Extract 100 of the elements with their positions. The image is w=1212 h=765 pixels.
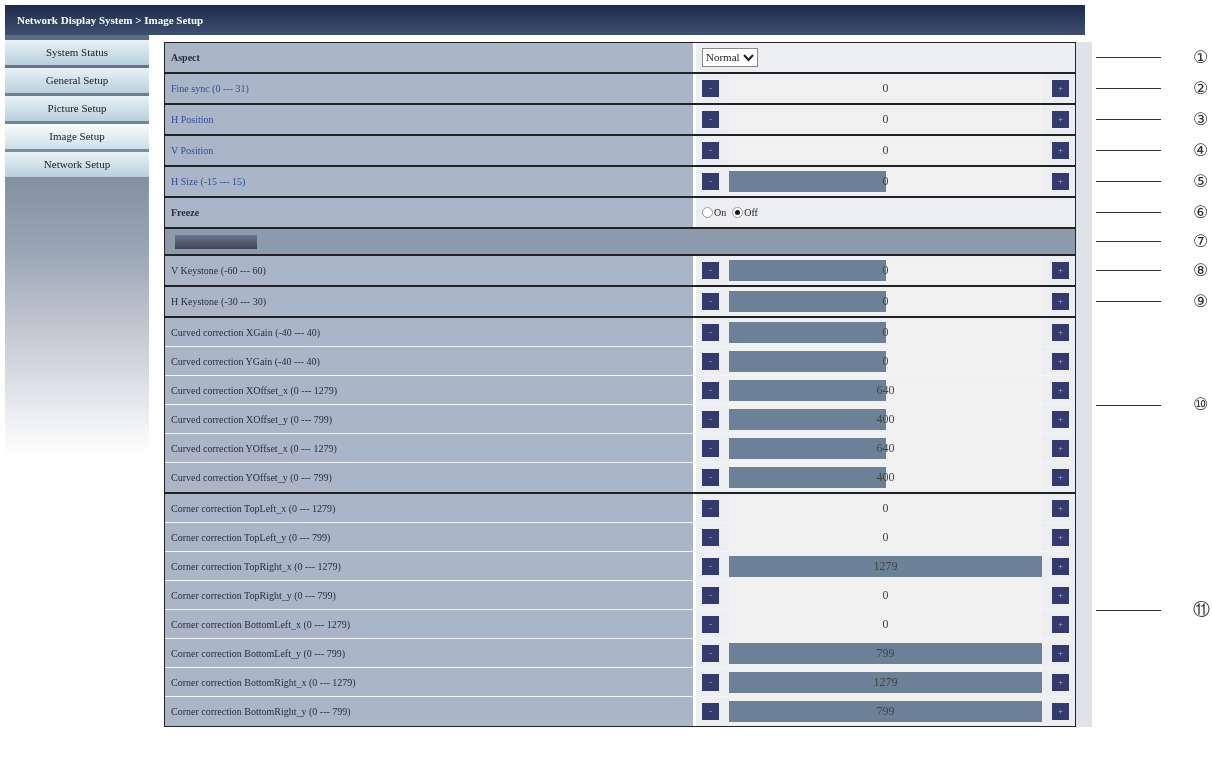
leader-line (1096, 88, 1161, 89)
value-text: 799 (875, 703, 896, 720)
decrement-button[interactable]: - (702, 323, 719, 341)
value-text: 0 (881, 262, 890, 279)
increment-button[interactable]: + (1052, 469, 1069, 486)
increment-button[interactable]: + (1052, 586, 1069, 604)
increment-button[interactable]: + (1052, 703, 1069, 720)
radio-option[interactable]: Off (732, 205, 758, 220)
radio-option[interactable]: On (702, 205, 727, 220)
setting-label: Corner correction TopRight_x (0 --- 1279) (171, 559, 341, 574)
value-text: 0 (881, 293, 890, 310)
decrement-button[interactable]: - (702, 352, 719, 370)
value-text: 0 (881, 323, 890, 341)
setting-label: H Position (171, 113, 214, 127)
increment-button[interactable]: + (1052, 615, 1069, 633)
sidebar-item[interactable]: Picture Setup (5, 96, 149, 121)
value-text: 0 (881, 528, 890, 546)
callout-number: ⑨ (1193, 289, 1209, 313)
value-text: 0 (881, 173, 890, 190)
decrement-button[interactable]: - (702, 381, 719, 399)
callout-number: ⑤ (1193, 169, 1209, 193)
setting-label: Aspect (171, 51, 200, 65)
decrement-button[interactable]: - (702, 557, 719, 575)
decrement-button[interactable]: - (702, 644, 719, 662)
increment-button[interactable]: + (1052, 293, 1069, 310)
setting-label: Curved correction YOffset_y (0 --- 799) (171, 471, 332, 485)
decrement-button[interactable]: - (702, 499, 719, 517)
value-text: 0 (881, 352, 890, 370)
increment-button[interactable]: + (1052, 673, 1069, 691)
increment-button[interactable]: + (1052, 323, 1069, 341)
value-text: 0 (881, 111, 890, 128)
setting-label: Corner correction BottomRight_y (0 --- 799) (171, 705, 351, 719)
leader-line (1096, 119, 1161, 120)
value-text: 1279 (872, 673, 899, 691)
decrement-button[interactable]: - (702, 586, 719, 604)
increment-button[interactable]: + (1052, 262, 1069, 279)
callout-number: ① (1193, 45, 1209, 69)
sidebar-item[interactable]: System Status (5, 40, 149, 65)
decrement-button[interactable]: - (702, 615, 719, 633)
value-text: 1279 (872, 557, 899, 575)
setting-label: Corner correction BottomLeft_y (0 --- 799) (171, 646, 346, 661)
callout-number: ⑩ (1193, 393, 1209, 417)
callout-number: ③ (1193, 107, 1209, 131)
value-text: 0 (881, 615, 890, 633)
leader-line (1096, 241, 1161, 242)
setting-label: H Size (-15 --- 15) (171, 175, 246, 189)
increment-button[interactable]: + (1052, 352, 1069, 370)
setting-label: Corner correction BottomLeft_x (0 --- 1279) (171, 617, 351, 632)
leader-line (1096, 609, 1161, 611)
setting-label: V Keystone (-60 --- 60) (171, 264, 266, 278)
setting-label: Curved correction YOffset_x (0 --- 1279) (171, 441, 337, 456)
setting-label: Freeze (171, 206, 200, 220)
decrement-button[interactable]: - (702, 673, 719, 691)
setting-label: Corner correction TopLeft_y (0 --- 799) (171, 530, 331, 545)
setting-label: Curved correction YGain (-40 --- 40) (171, 354, 320, 369)
setting-label: V Position (171, 144, 214, 158)
callout-number: ⑥ (1193, 200, 1209, 224)
increment-button[interactable]: + (1052, 439, 1069, 457)
chevron-icon (742, 53, 754, 62)
setting-label: Curved correction XGain (-40 --- 40) (171, 325, 321, 340)
value-text: 0 (881, 142, 890, 159)
increment-button[interactable]: + (1052, 410, 1069, 428)
callout-number: ④ (1193, 138, 1209, 162)
setting-label: Curved correction XOffset_y (0 --- 799) (171, 412, 333, 427)
leader-line (1096, 181, 1161, 182)
leader-line (1096, 150, 1161, 151)
sidebar-item[interactable]: General Setup (5, 68, 149, 93)
aspect-dropdown[interactable]: Normal (702, 48, 758, 67)
sidebar-item[interactable]: Image Setup (5, 124, 149, 149)
setting-label: Corner correction TopRight_y (0 --- 799) (171, 588, 336, 603)
value-text: 799 (875, 644, 896, 662)
value-text: 0 (881, 586, 890, 604)
setting-label: Corner correction TopLeft_x (0 --- 1279) (171, 501, 336, 516)
increment-button[interactable]: + (1052, 557, 1069, 575)
page-title: Network Display System > Image Setup (5, 5, 1085, 35)
increment-button[interactable]: + (1052, 381, 1069, 399)
decrement-button[interactable]: - (702, 262, 719, 279)
setting-label: Corner correction BottomRight_x (0 --- 1279) (171, 675, 356, 690)
decrement-button[interactable]: - (702, 410, 719, 428)
decrement-button[interactable]: - (702, 439, 719, 457)
setting-label: Curved correction XOffset_x (0 --- 1279) (171, 383, 338, 398)
leader-line (1096, 404, 1161, 406)
setting-label: Fine sync (0 --- 31) (171, 82, 249, 96)
value-text: 0 (881, 80, 890, 97)
value-text: 0 (881, 499, 890, 517)
decrement-button[interactable]: - (702, 703, 719, 720)
decrement-button[interactable]: - (702, 528, 719, 546)
decrement-button[interactable]: - (702, 469, 719, 486)
setting-label: H Keystone (-30 --- 30) (171, 295, 266, 309)
increment-button[interactable]: + (1052, 528, 1069, 546)
leader-line (1096, 301, 1161, 302)
callout-number: ⑦ (1193, 229, 1209, 253)
leader-line (1096, 57, 1161, 58)
increment-button[interactable]: + (1052, 644, 1069, 662)
decrement-button[interactable]: - (702, 293, 719, 310)
leader-line (1096, 212, 1161, 213)
callout-number: ⑪ (1193, 598, 1210, 622)
increment-button[interactable]: + (1052, 499, 1069, 517)
sidebar-item[interactable]: Network Setup (5, 152, 149, 177)
callout-number: ② (1193, 76, 1209, 100)
